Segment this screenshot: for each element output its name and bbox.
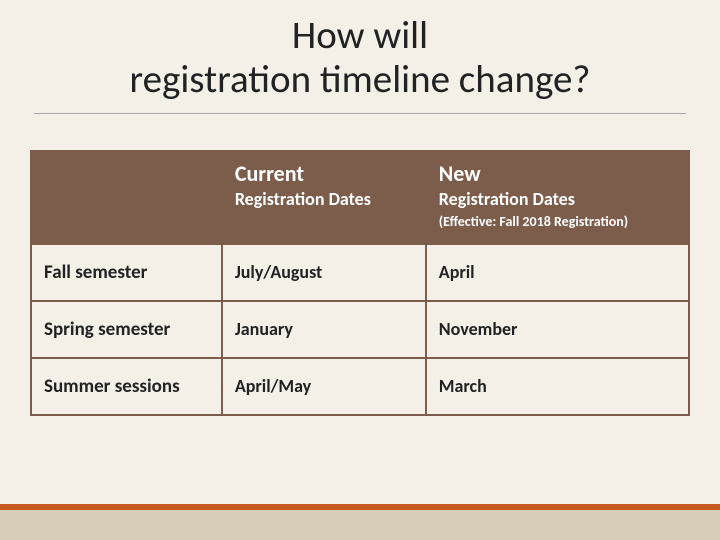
header-current-sub: Registration Dates	[235, 189, 413, 211]
header-current-main: Current	[235, 162, 413, 186]
row-current: January	[222, 301, 426, 358]
slide: How will registration timeline change? C…	[0, 0, 720, 540]
table-row: Summer sessions April/May March	[31, 358, 689, 415]
timeline-table: Current Registration Dates New Registrat…	[30, 150, 690, 416]
row-label: Fall semester	[31, 244, 222, 301]
timeline-table-container: Current Registration Dates New Registrat…	[30, 150, 690, 416]
table-row: Spring semester January November	[31, 301, 689, 358]
row-label: Summer sessions	[31, 358, 222, 415]
footer-bar	[0, 510, 720, 540]
header-new-cell: New Registration Dates (Effective: Fall …	[426, 151, 689, 244]
header-new-sub: Registration Dates	[439, 189, 676, 211]
row-current: July/August	[222, 244, 426, 301]
row-new: April	[426, 244, 689, 301]
header-current-cell: Current Registration Dates	[222, 151, 426, 244]
row-current: April/May	[222, 358, 426, 415]
header-new-main: New	[439, 162, 676, 186]
row-new: March	[426, 358, 689, 415]
header-blank-cell	[31, 151, 222, 244]
table-row: Fall semester July/August April	[31, 244, 689, 301]
header-new-note: (Effective: Fall 2018 Registration)	[439, 214, 676, 231]
table-header-row: Current Registration Dates New Registrat…	[31, 151, 689, 244]
title-divider	[34, 113, 686, 114]
row-label: Spring semester	[31, 301, 222, 358]
title-line-1: How will	[292, 12, 428, 59]
page-title: How will registration timeline change?	[0, 0, 720, 101]
row-new: November	[426, 301, 689, 358]
title-line-2: registration timeline change?	[130, 56, 591, 103]
